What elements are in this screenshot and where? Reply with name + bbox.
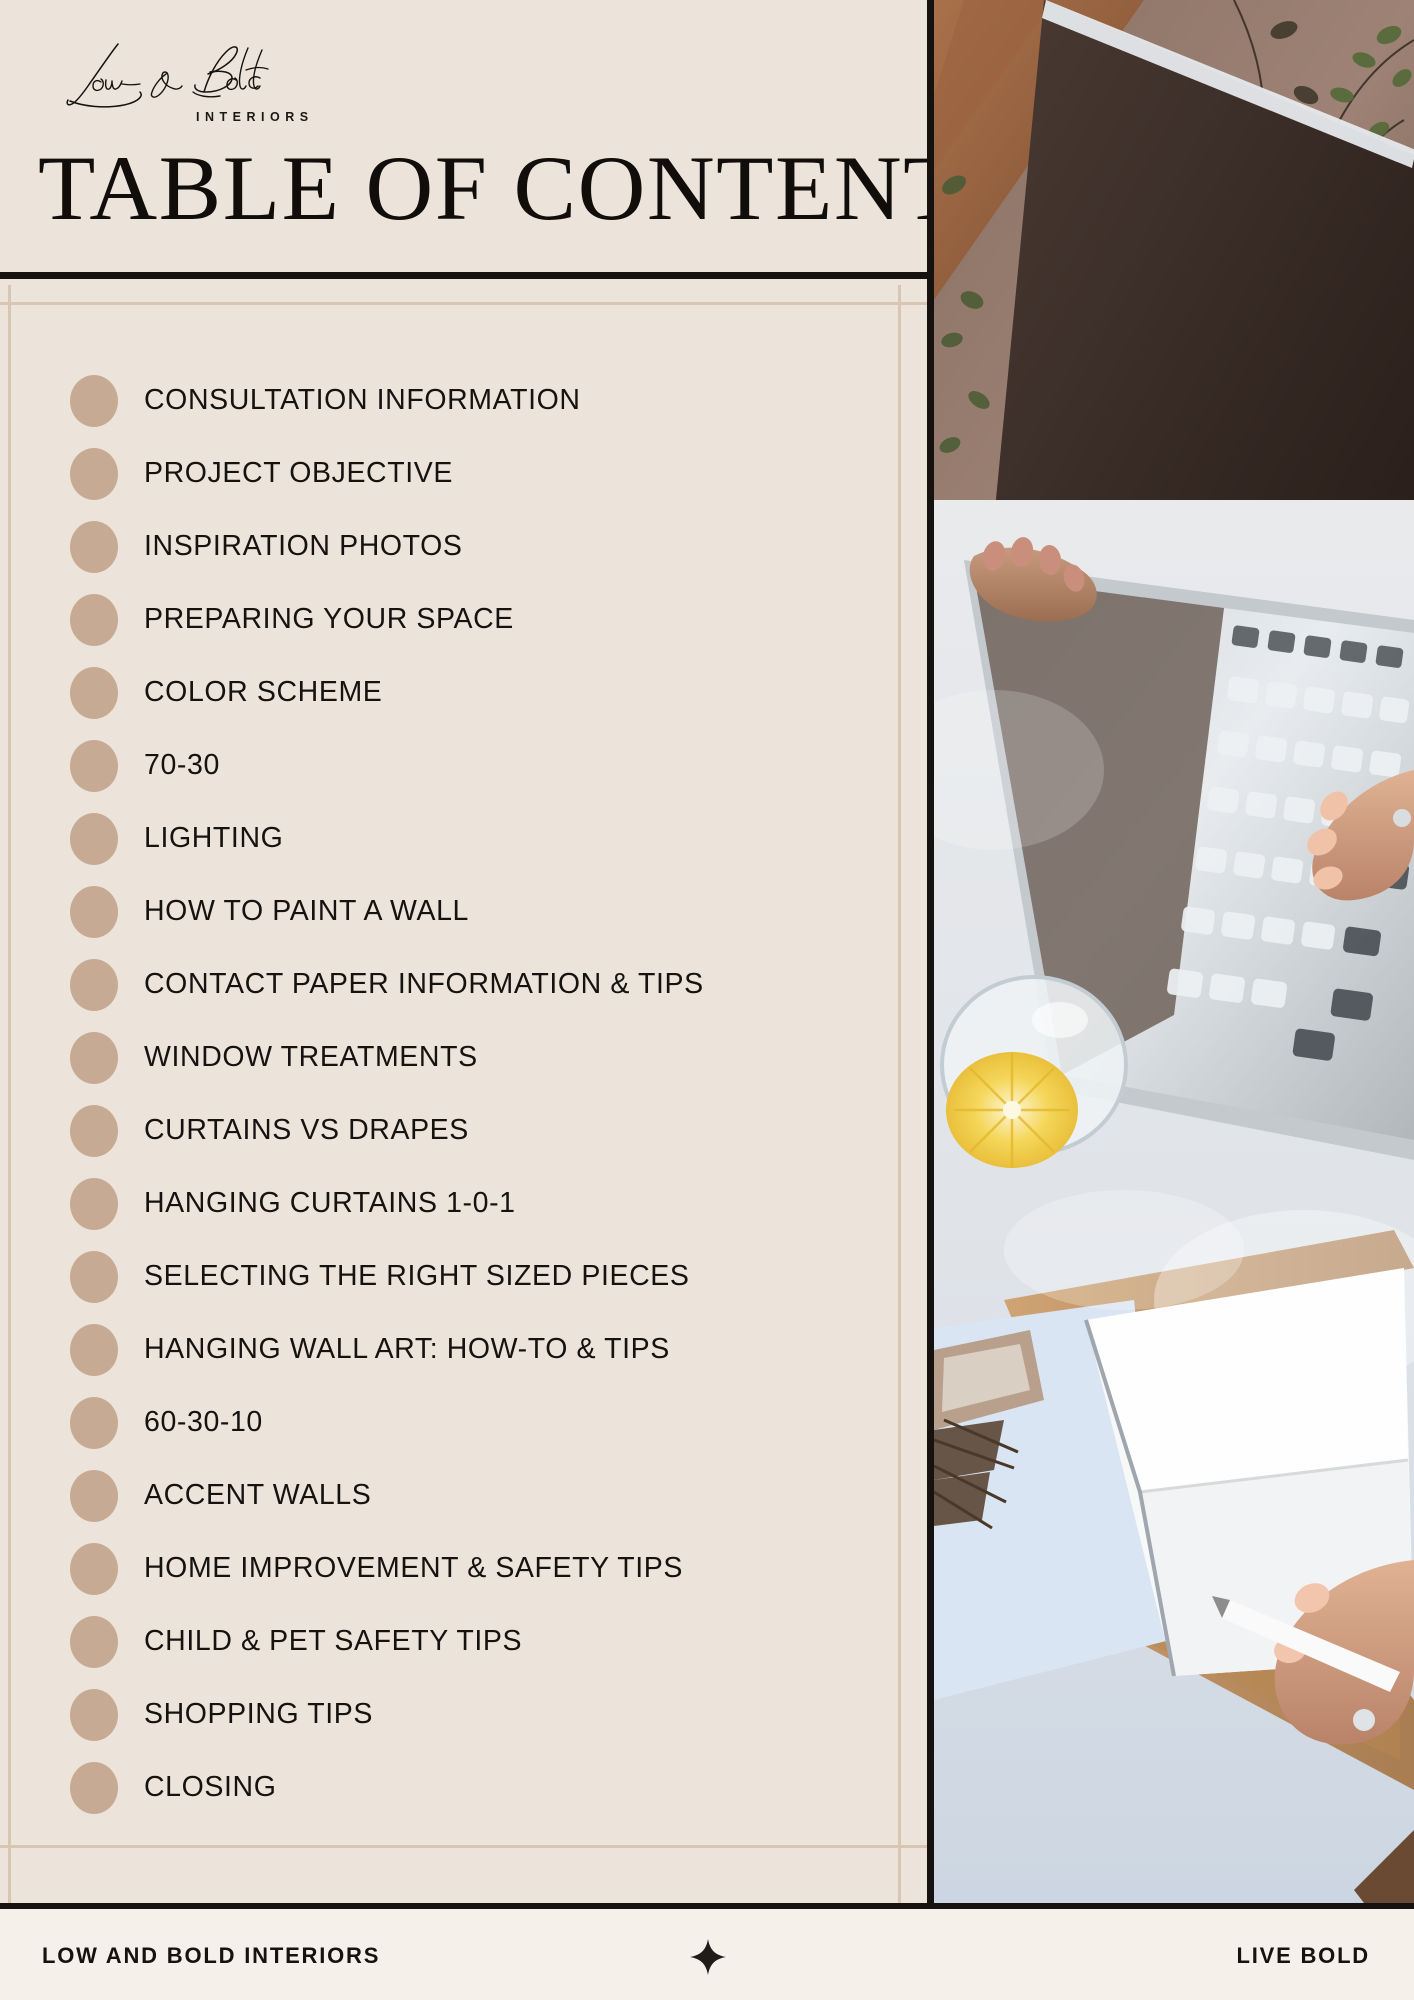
list-item[interactable]: SELECTING THE RIGHT SIZED PIECES [70, 1240, 900, 1313]
bullet-icon [70, 374, 118, 427]
list-item-label: HANGING CURTAINS 1-0-1 [144, 1187, 516, 1219]
list-item-label: CURTAINS VS DRAPES [144, 1114, 469, 1146]
bullet-icon [70, 1469, 118, 1522]
list-item[interactable]: 60-30-10 [70, 1386, 900, 1459]
contents-list: CONSULTATION INFORMATION PROJECT OBJECTI… [70, 364, 900, 1824]
sparkle-star-icon [690, 1939, 726, 1975]
bullet-icon [70, 447, 118, 500]
bullet-icon [70, 1250, 118, 1303]
script-signature-logo [66, 43, 269, 108]
list-item[interactable]: HOW TO PAINT A WALL [70, 875, 900, 948]
list-item[interactable]: PREPARING YOUR SPACE [70, 583, 900, 656]
list-item[interactable]: INSPIRATION PHOTOS [70, 510, 900, 583]
list-item[interactable]: CURTAINS VS DRAPES [70, 1094, 900, 1167]
list-item[interactable]: LIGHTING [70, 802, 900, 875]
bullet-icon [70, 520, 118, 573]
bullet-icon [70, 666, 118, 719]
list-item[interactable]: 70-30 [70, 729, 900, 802]
list-item-label: 70-30 [144, 749, 220, 781]
page-footer: LOW AND BOLD INTERIORS LIVE BOLD [0, 1903, 1414, 2000]
bullet-icon [70, 1031, 118, 1084]
list-item-label: 60-30-10 [144, 1406, 263, 1438]
list-item[interactable]: CHILD & PET SAFETY TIPS [70, 1605, 900, 1678]
bullet-icon [70, 812, 118, 865]
frame-line-bottom [0, 1845, 934, 1848]
bullet-icon [70, 1542, 118, 1595]
frame-line-left [8, 285, 11, 1903]
list-item[interactable]: HANGING CURTAINS 1-0-1 [70, 1167, 900, 1240]
bullet-icon [70, 885, 118, 938]
bullet-icon [70, 739, 118, 792]
list-item[interactable]: ACCENT WALLS [70, 1459, 900, 1532]
footer-brand-text: LOW AND BOLD INTERIORS [42, 1943, 381, 1968]
list-item[interactable]: CLOSING [70, 1751, 900, 1824]
bullet-icon [70, 1761, 118, 1814]
bullet-icon [70, 1615, 118, 1668]
table-of-contents-page: INTERIORS TABLE OF CONTENTS CONSULTATION… [0, 0, 1414, 2000]
bullet-icon [70, 1396, 118, 1449]
frame-line-top [0, 302, 934, 305]
laptop-desk-photo [934, 0, 1414, 1903]
list-item-label: SELECTING THE RIGHT SIZED PIECES [144, 1260, 690, 1292]
list-item[interactable]: SHOPPING TIPS [70, 1678, 900, 1751]
list-item-label: PROJECT OBJECTIVE [144, 457, 453, 489]
bullet-icon [70, 1323, 118, 1376]
list-item-label: HOW TO PAINT A WALL [144, 895, 469, 927]
list-item[interactable]: COLOR SCHEME [70, 656, 900, 729]
bullet-icon [70, 958, 118, 1011]
page-title: TABLE OF CONTENTS [38, 137, 934, 239]
list-item-label: WINDOW TREATMENTS [144, 1041, 478, 1073]
list-item-label: CHILD & PET SAFETY TIPS [144, 1625, 523, 1657]
list-item[interactable]: HANGING WALL ART: HOW-TO & TIPS [70, 1313, 900, 1386]
bullet-icon [70, 1104, 118, 1157]
brand-logo[interactable]: INTERIORS [48, 34, 308, 130]
list-item[interactable]: WINDOW TREATMENTS [70, 1021, 900, 1094]
list-item-label: CLOSING [144, 1771, 277, 1803]
bullet-icon [70, 1688, 118, 1741]
footer-tagline: LIVE BOLD [1236, 1943, 1370, 1968]
list-item[interactable]: PROJECT OBJECTIVE [70, 437, 900, 510]
brand-subtitle: INTERIORS [196, 110, 314, 124]
list-item[interactable]: CONTACT PAPER INFORMATION & TIPS [70, 948, 900, 1021]
list-item[interactable]: CONSULTATION INFORMATION [70, 364, 900, 437]
panel-edge-rule [927, 0, 934, 1903]
left-content-panel: INTERIORS TABLE OF CONTENTS CONSULTATION… [0, 0, 934, 1903]
title-divider-thick [0, 272, 934, 279]
list-item-label: COLOR SCHEME [144, 676, 383, 708]
bullet-icon [70, 593, 118, 646]
bullet-icon [70, 1177, 118, 1230]
list-item-label: LIGHTING [144, 822, 284, 854]
list-item-label: HANGING WALL ART: HOW-TO & TIPS [144, 1333, 670, 1365]
list-item-label: SHOPPING TIPS [144, 1698, 373, 1730]
list-item-label: PREPARING YOUR SPACE [144, 603, 514, 635]
list-item[interactable]: HOME IMPROVEMENT & SAFETY TIPS [70, 1532, 900, 1605]
list-item-label: HOME IMPROVEMENT & SAFETY TIPS [144, 1552, 684, 1584]
list-item-label: CONSULTATION INFORMATION [144, 384, 581, 416]
list-item-label: INSPIRATION PHOTOS [144, 530, 463, 562]
list-item-label: CONTACT PAPER INFORMATION & TIPS [144, 968, 704, 1000]
list-item-label: ACCENT WALLS [144, 1479, 372, 1511]
photo-illustration [934, 0, 1414, 1903]
